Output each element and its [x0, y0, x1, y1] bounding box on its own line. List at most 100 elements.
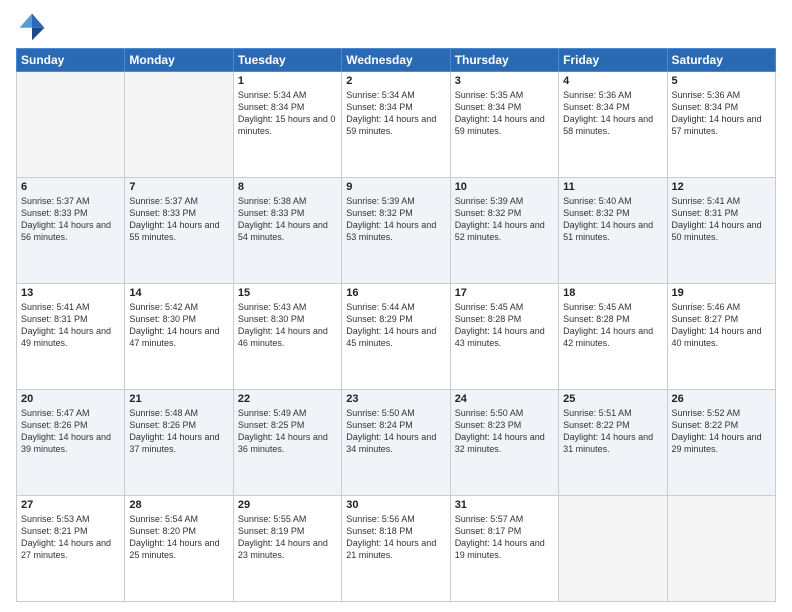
calendar-cell: 9 Sunrise: 5:39 AM Sunset: 8:32 PM Dayli… — [342, 178, 450, 284]
calendar-cell: 30 Sunrise: 5:56 AM Sunset: 8:18 PM Dayl… — [342, 496, 450, 602]
day-info: Sunrise: 5:52 AM Sunset: 8:22 PM Dayligh… — [672, 407, 771, 456]
calendar-cell: 28 Sunrise: 5:54 AM Sunset: 8:20 PM Dayl… — [125, 496, 233, 602]
day-info: Sunrise: 5:55 AM Sunset: 8:19 PM Dayligh… — [238, 513, 337, 562]
day-number: 17 — [455, 287, 554, 299]
sunrise-label: Sunrise: 5:48 AM — [129, 408, 198, 418]
day-info: Sunrise: 5:48 AM Sunset: 8:26 PM Dayligh… — [129, 407, 228, 456]
page: SundayMondayTuesdayWednesdayThursdayFrid… — [0, 0, 792, 612]
day-number: 30 — [346, 499, 445, 511]
calendar-cell: 29 Sunrise: 5:55 AM Sunset: 8:19 PM Dayl… — [233, 496, 341, 602]
calendar-header-monday: Monday — [125, 49, 233, 72]
logo-icon — [16, 10, 48, 42]
daylight-label: Daylight: 14 hours and 51 minutes. — [563, 220, 653, 242]
daylight-label: Daylight: 14 hours and 59 minutes. — [455, 114, 545, 136]
day-info: Sunrise: 5:41 AM Sunset: 8:31 PM Dayligh… — [21, 301, 120, 350]
sunset-label: Sunset: 8:34 PM — [455, 102, 522, 112]
daylight-label: Daylight: 14 hours and 50 minutes. — [672, 220, 762, 242]
day-number: 8 — [238, 181, 337, 193]
day-info: Sunrise: 5:53 AM Sunset: 8:21 PM Dayligh… — [21, 513, 120, 562]
daylight-label: Daylight: 14 hours and 53 minutes. — [346, 220, 436, 242]
sunset-label: Sunset: 8:32 PM — [455, 208, 522, 218]
calendar-header-row: SundayMondayTuesdayWednesdayThursdayFrid… — [17, 49, 776, 72]
day-info: Sunrise: 5:40 AM Sunset: 8:32 PM Dayligh… — [563, 195, 662, 244]
sunrise-label: Sunrise: 5:36 AM — [563, 90, 632, 100]
sunset-label: Sunset: 8:31 PM — [21, 314, 88, 324]
sunset-label: Sunset: 8:21 PM — [21, 526, 88, 536]
calendar-cell: 1 Sunrise: 5:34 AM Sunset: 8:34 PM Dayli… — [233, 72, 341, 178]
day-number: 31 — [455, 499, 554, 511]
day-number: 4 — [563, 75, 662, 87]
day-number: 25 — [563, 393, 662, 405]
sunset-label: Sunset: 8:34 PM — [672, 102, 739, 112]
sunrise-label: Sunrise: 5:45 AM — [455, 302, 524, 312]
sunset-label: Sunset: 8:33 PM — [129, 208, 196, 218]
sunset-label: Sunset: 8:28 PM — [563, 314, 630, 324]
sunset-label: Sunset: 8:26 PM — [21, 420, 88, 430]
sunrise-label: Sunrise: 5:45 AM — [563, 302, 632, 312]
daylight-label: Daylight: 15 hours and 0 minutes. — [238, 114, 336, 136]
day-number: 22 — [238, 393, 337, 405]
day-info: Sunrise: 5:50 AM Sunset: 8:24 PM Dayligh… — [346, 407, 445, 456]
sunset-label: Sunset: 8:28 PM — [455, 314, 522, 324]
sunrise-label: Sunrise: 5:50 AM — [346, 408, 415, 418]
calendar-cell: 26 Sunrise: 5:52 AM Sunset: 8:22 PM Dayl… — [667, 390, 775, 496]
day-number: 12 — [672, 181, 771, 193]
sunrise-label: Sunrise: 5:57 AM — [455, 514, 524, 524]
daylight-label: Daylight: 14 hours and 39 minutes. — [21, 432, 111, 454]
day-info: Sunrise: 5:34 AM Sunset: 8:34 PM Dayligh… — [346, 89, 445, 138]
daylight-label: Daylight: 14 hours and 55 minutes. — [129, 220, 219, 242]
day-number: 19 — [672, 287, 771, 299]
calendar-cell: 3 Sunrise: 5:35 AM Sunset: 8:34 PM Dayli… — [450, 72, 558, 178]
sunset-label: Sunset: 8:19 PM — [238, 526, 305, 536]
sunrise-label: Sunrise: 5:41 AM — [672, 196, 741, 206]
day-info: Sunrise: 5:45 AM Sunset: 8:28 PM Dayligh… — [563, 301, 662, 350]
logo — [16, 10, 52, 42]
calendar-header-wednesday: Wednesday — [342, 49, 450, 72]
calendar-header-saturday: Saturday — [667, 49, 775, 72]
sunset-label: Sunset: 8:29 PM — [346, 314, 413, 324]
daylight-label: Daylight: 14 hours and 59 minutes. — [346, 114, 436, 136]
calendar-week-row: 13 Sunrise: 5:41 AM Sunset: 8:31 PM Dayl… — [17, 284, 776, 390]
day-number: 3 — [455, 75, 554, 87]
daylight-label: Daylight: 14 hours and 36 minutes. — [238, 432, 328, 454]
day-number: 21 — [129, 393, 228, 405]
calendar-cell: 23 Sunrise: 5:50 AM Sunset: 8:24 PM Dayl… — [342, 390, 450, 496]
calendar-cell: 16 Sunrise: 5:44 AM Sunset: 8:29 PM Dayl… — [342, 284, 450, 390]
calendar-cell: 22 Sunrise: 5:49 AM Sunset: 8:25 PM Dayl… — [233, 390, 341, 496]
day-number: 23 — [346, 393, 445, 405]
day-number: 16 — [346, 287, 445, 299]
day-info: Sunrise: 5:43 AM Sunset: 8:30 PM Dayligh… — [238, 301, 337, 350]
sunset-label: Sunset: 8:26 PM — [129, 420, 196, 430]
day-info: Sunrise: 5:42 AM Sunset: 8:30 PM Dayligh… — [129, 301, 228, 350]
day-number: 7 — [129, 181, 228, 193]
day-info: Sunrise: 5:35 AM Sunset: 8:34 PM Dayligh… — [455, 89, 554, 138]
sunrise-label: Sunrise: 5:35 AM — [455, 90, 524, 100]
sunset-label: Sunset: 8:24 PM — [346, 420, 413, 430]
calendar-cell — [17, 72, 125, 178]
sunset-label: Sunset: 8:22 PM — [563, 420, 630, 430]
day-number: 11 — [563, 181, 662, 193]
calendar-cell: 6 Sunrise: 5:37 AM Sunset: 8:33 PM Dayli… — [17, 178, 125, 284]
calendar-header-thursday: Thursday — [450, 49, 558, 72]
day-info: Sunrise: 5:57 AM Sunset: 8:17 PM Dayligh… — [455, 513, 554, 562]
day-info: Sunrise: 5:37 AM Sunset: 8:33 PM Dayligh… — [129, 195, 228, 244]
sunrise-label: Sunrise: 5:52 AM — [672, 408, 741, 418]
day-info: Sunrise: 5:41 AM Sunset: 8:31 PM Dayligh… — [672, 195, 771, 244]
day-number: 24 — [455, 393, 554, 405]
daylight-label: Daylight: 14 hours and 21 minutes. — [346, 538, 436, 560]
sunrise-label: Sunrise: 5:41 AM — [21, 302, 90, 312]
sunrise-label: Sunrise: 5:42 AM — [129, 302, 198, 312]
calendar-cell: 18 Sunrise: 5:45 AM Sunset: 8:28 PM Dayl… — [559, 284, 667, 390]
day-number: 13 — [21, 287, 120, 299]
sunrise-label: Sunrise: 5:55 AM — [238, 514, 307, 524]
day-number: 1 — [238, 75, 337, 87]
calendar-header-friday: Friday — [559, 49, 667, 72]
sunrise-label: Sunrise: 5:39 AM — [455, 196, 524, 206]
day-info: Sunrise: 5:51 AM Sunset: 8:22 PM Dayligh… — [563, 407, 662, 456]
calendar-week-row: 1 Sunrise: 5:34 AM Sunset: 8:34 PM Dayli… — [17, 72, 776, 178]
daylight-label: Daylight: 14 hours and 52 minutes. — [455, 220, 545, 242]
sunset-label: Sunset: 8:34 PM — [346, 102, 413, 112]
calendar-week-row: 27 Sunrise: 5:53 AM Sunset: 8:21 PM Dayl… — [17, 496, 776, 602]
daylight-label: Daylight: 14 hours and 19 minutes. — [455, 538, 545, 560]
calendar-cell: 15 Sunrise: 5:43 AM Sunset: 8:30 PM Dayl… — [233, 284, 341, 390]
